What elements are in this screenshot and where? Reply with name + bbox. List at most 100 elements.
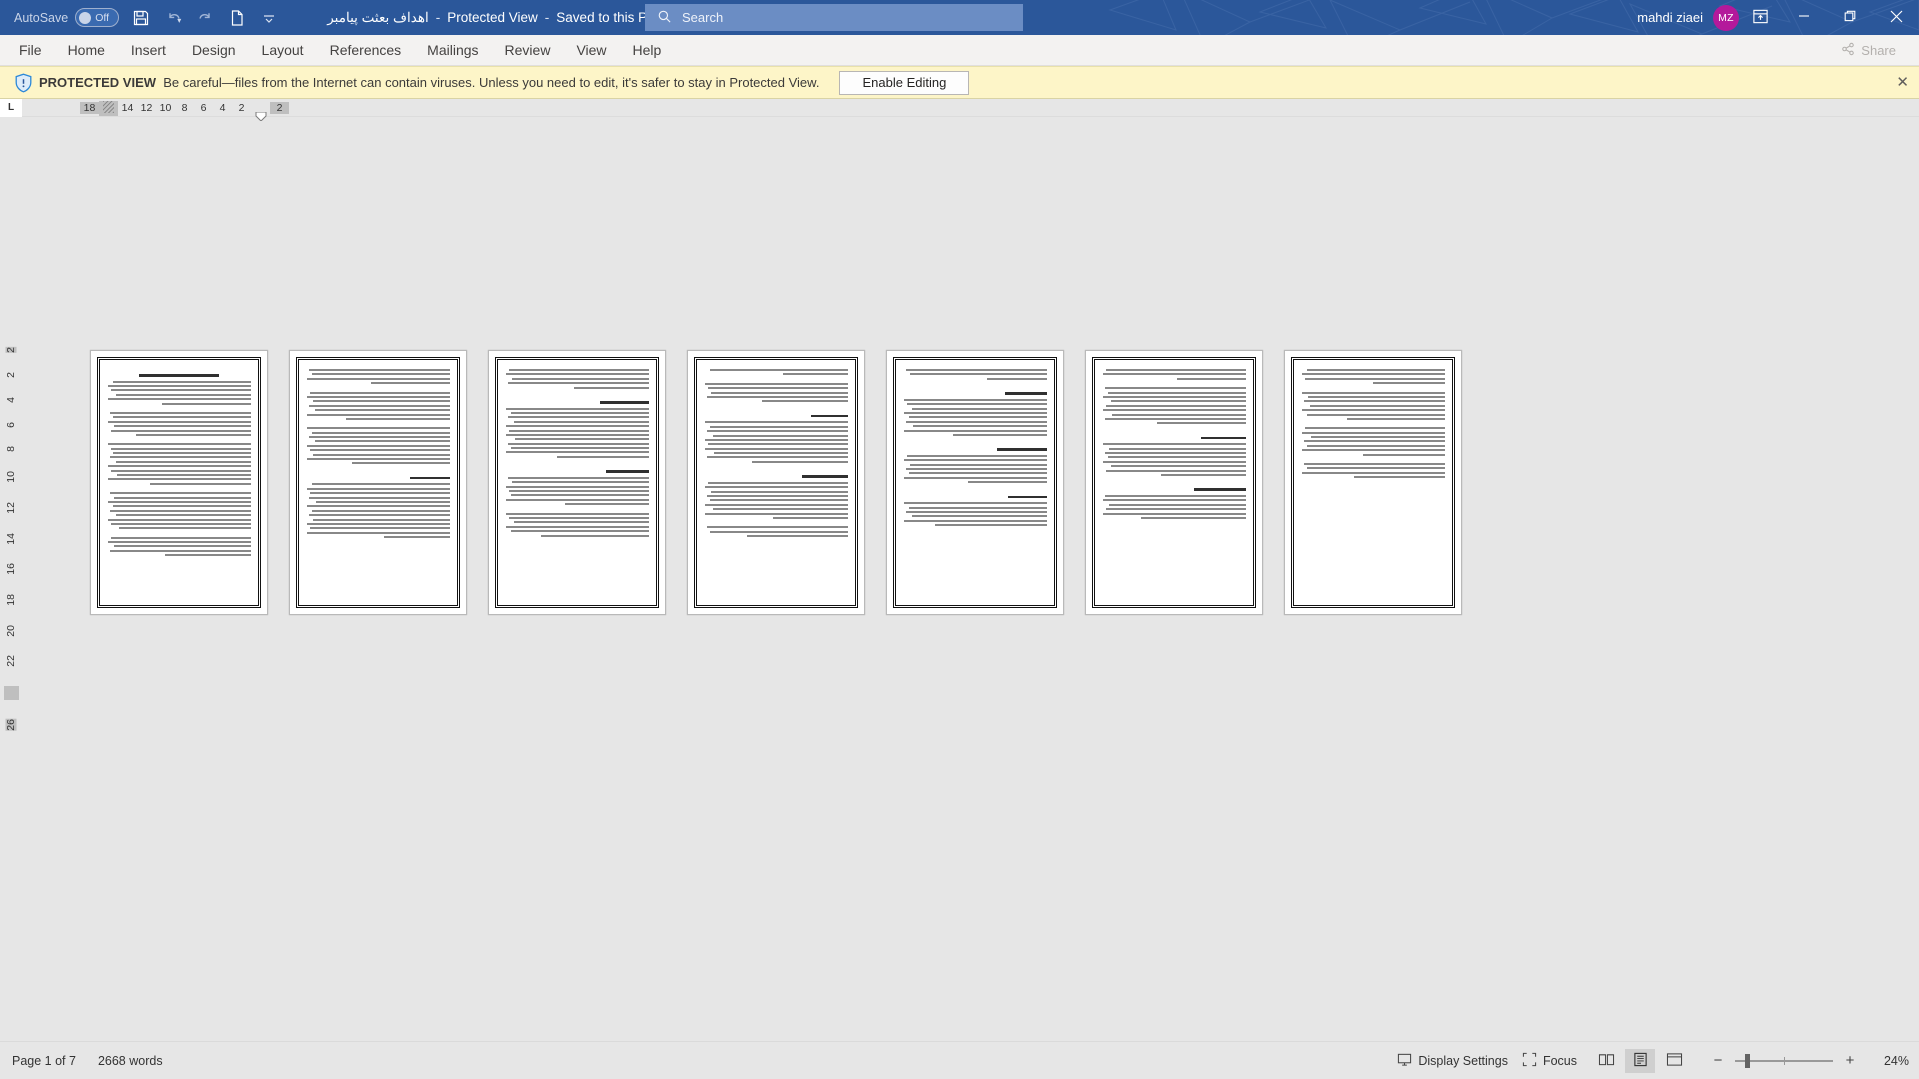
enable-editing-button[interactable]: Enable Editing <box>839 70 970 95</box>
left-indent-marker[interactable] <box>255 108 267 126</box>
vertical-ruler[interactable]: 2 2 4 6 8 10 12 14 16 18 20 22 26 <box>0 125 22 1041</box>
document-page-4[interactable] <box>687 350 865 615</box>
vruler-tick-6: 6 <box>5 421 18 428</box>
display-settings-icon <box>1397 1052 1412 1070</box>
ruler-tick-14: 14 <box>121 102 134 114</box>
vruler-tick-14: 14 <box>5 532 18 545</box>
autosave-toggle[interactable]: Off <box>75 8 120 27</box>
read-mode-button[interactable] <box>1591 1049 1621 1073</box>
view-mode-buttons <box>1591 1048 1689 1073</box>
redo-button[interactable] <box>189 3 221 33</box>
restore-button[interactable] <box>1827 0 1873 35</box>
word-count[interactable]: 2668 words <box>98 1054 163 1068</box>
vruler-tick-4: 4 <box>5 396 18 403</box>
ruler-margin-marker-left[interactable] <box>99 100 118 116</box>
search-input[interactable]: Search <box>682 10 723 25</box>
minimize-button[interactable] <box>1781 0 1827 35</box>
vruler-tick-2: 2 <box>5 371 18 378</box>
close-icon <box>1890 10 1903 26</box>
tab-stop-selector[interactable]: L <box>0 98 22 117</box>
zoom-percent[interactable]: 24% <box>1873 1054 1909 1068</box>
customize-quick-access-toolbar-button[interactable] <box>253 3 285 33</box>
title-separator-1: - <box>435 10 441 25</box>
document-name: اهداف بعثت پیامبر <box>327 9 429 25</box>
document-page-5[interactable] <box>886 350 1064 615</box>
tab-review[interactable]: Review <box>492 35 564 66</box>
title-separator-2: - <box>544 10 550 25</box>
zoom-slider-thumb[interactable] <box>1744 1053 1750 1068</box>
tab-home[interactable]: Home <box>55 35 118 66</box>
search-box[interactable]: Search <box>645 4 1023 31</box>
minimize-icon <box>1798 10 1810 25</box>
ribbon-tabs: File Home Insert Design Layout Reference… <box>0 35 674 66</box>
document-page-1[interactable] <box>90 350 268 615</box>
tab-design[interactable]: Design <box>179 35 249 66</box>
web-layout-icon <box>1666 1052 1683 1070</box>
document-title-group: اهداف بعثت پیامبر - Protected View - Sav… <box>327 10 675 26</box>
ruler-tick-6: 6 <box>200 102 207 114</box>
zoom-slider-track[interactable] <box>1735 1053 1833 1068</box>
tab-view[interactable]: View <box>563 35 619 66</box>
restore-icon <box>1844 10 1856 25</box>
document-page-3[interactable] <box>488 350 666 615</box>
page-4-content <box>698 363 854 546</box>
vruler-tick-8: 8 <box>5 446 18 453</box>
ruler-tick-4: 4 <box>219 102 226 114</box>
focus-button[interactable]: Focus <box>1522 1052 1577 1070</box>
page-5-content <box>897 363 1053 535</box>
new-document-button[interactable] <box>221 3 253 33</box>
autosave-control[interactable]: AutoSave Off <box>8 4 125 32</box>
page-6-content <box>1096 363 1252 527</box>
status-bar-left: Page 1 of 7 2668 words <box>0 1054 163 1068</box>
display-settings-button[interactable]: Display Settings <box>1397 1052 1508 1070</box>
zoom-in-icon[interactable]: + <box>1841 1052 1859 1069</box>
tab-help[interactable]: Help <box>620 35 675 66</box>
tab-layout[interactable]: Layout <box>249 35 317 66</box>
document-page-2[interactable] <box>289 350 467 615</box>
protected-view-title: PROTECTED VIEW <box>39 75 157 90</box>
tab-insert[interactable]: Insert <box>118 35 179 66</box>
vertical-ruler-track: 2 2 4 6 8 10 12 14 16 18 20 22 26 <box>3 347 20 731</box>
tab-mailings[interactable]: Mailings <box>414 35 491 66</box>
status-bar: Page 1 of 7 2668 words Display Settings … <box>0 1041 1919 1079</box>
vruler-tick-18: 18 <box>5 593 18 606</box>
autosave-state-label: Off <box>95 11 110 24</box>
protected-view-message: PROTECTED VIEW Be careful—files from the… <box>39 75 819 90</box>
tab-references[interactable]: References <box>317 35 415 66</box>
zoom-out-icon[interactable]: − <box>1709 1052 1727 1069</box>
print-layout-button[interactable] <box>1625 1048 1655 1073</box>
new-document-icon <box>228 9 246 27</box>
save-icon <box>132 9 150 27</box>
status-bar-right: Display Settings Focus − + 24% <box>1397 1048 1909 1073</box>
save-button[interactable] <box>125 3 157 33</box>
zoom-slider[interactable]: − + <box>1709 1052 1859 1069</box>
tab-file[interactable]: File <box>6 35 55 66</box>
document-page-6[interactable] <box>1085 350 1263 615</box>
close-icon[interactable]: ✕ <box>1896 75 1909 90</box>
page-3-content <box>499 363 655 545</box>
vruler-tick-10: 10 <box>5 471 18 483</box>
shield-info-icon <box>10 73 36 93</box>
undo-dropdown-caret-icon[interactable]: ▾ <box>177 16 181 25</box>
share-button[interactable]: Share <box>1828 38 1909 63</box>
web-layout-button[interactable] <box>1659 1049 1689 1073</box>
ruler-tick-12: 12 <box>140 102 153 114</box>
ribbon-display-options-button[interactable] <box>1739 0 1781 35</box>
vruler-tick-16: 16 <box>5 563 18 575</box>
close-button[interactable] <box>1873 0 1919 35</box>
document-canvas[interactable] <box>22 125 1919 1041</box>
vruler-tick-26: 26 <box>5 719 18 731</box>
page-indicator[interactable]: Page 1 of 7 <box>12 1054 76 1068</box>
vruler-margin-marker-bottom[interactable] <box>4 686 19 701</box>
horizontal-ruler[interactable]: L 18 14 12 10 8 6 4 2 2 <box>0 98 1919 122</box>
document-page-7[interactable] <box>1284 350 1462 615</box>
undo-button[interactable]: ▾ <box>157 3 189 33</box>
search-icon <box>657 9 672 27</box>
avatar[interactable]: MZ <box>1713 4 1739 31</box>
vruler-tick-22: 22 <box>5 655 18 668</box>
account-name[interactable]: mahdi ziaei <box>1637 10 1713 25</box>
autosave-label: AutoSave <box>14 10 69 25</box>
page-2-content <box>300 363 456 546</box>
ruler-tick-18: 18 <box>80 102 99 114</box>
save-location-label: Saved to this PC <box>556 10 657 25</box>
